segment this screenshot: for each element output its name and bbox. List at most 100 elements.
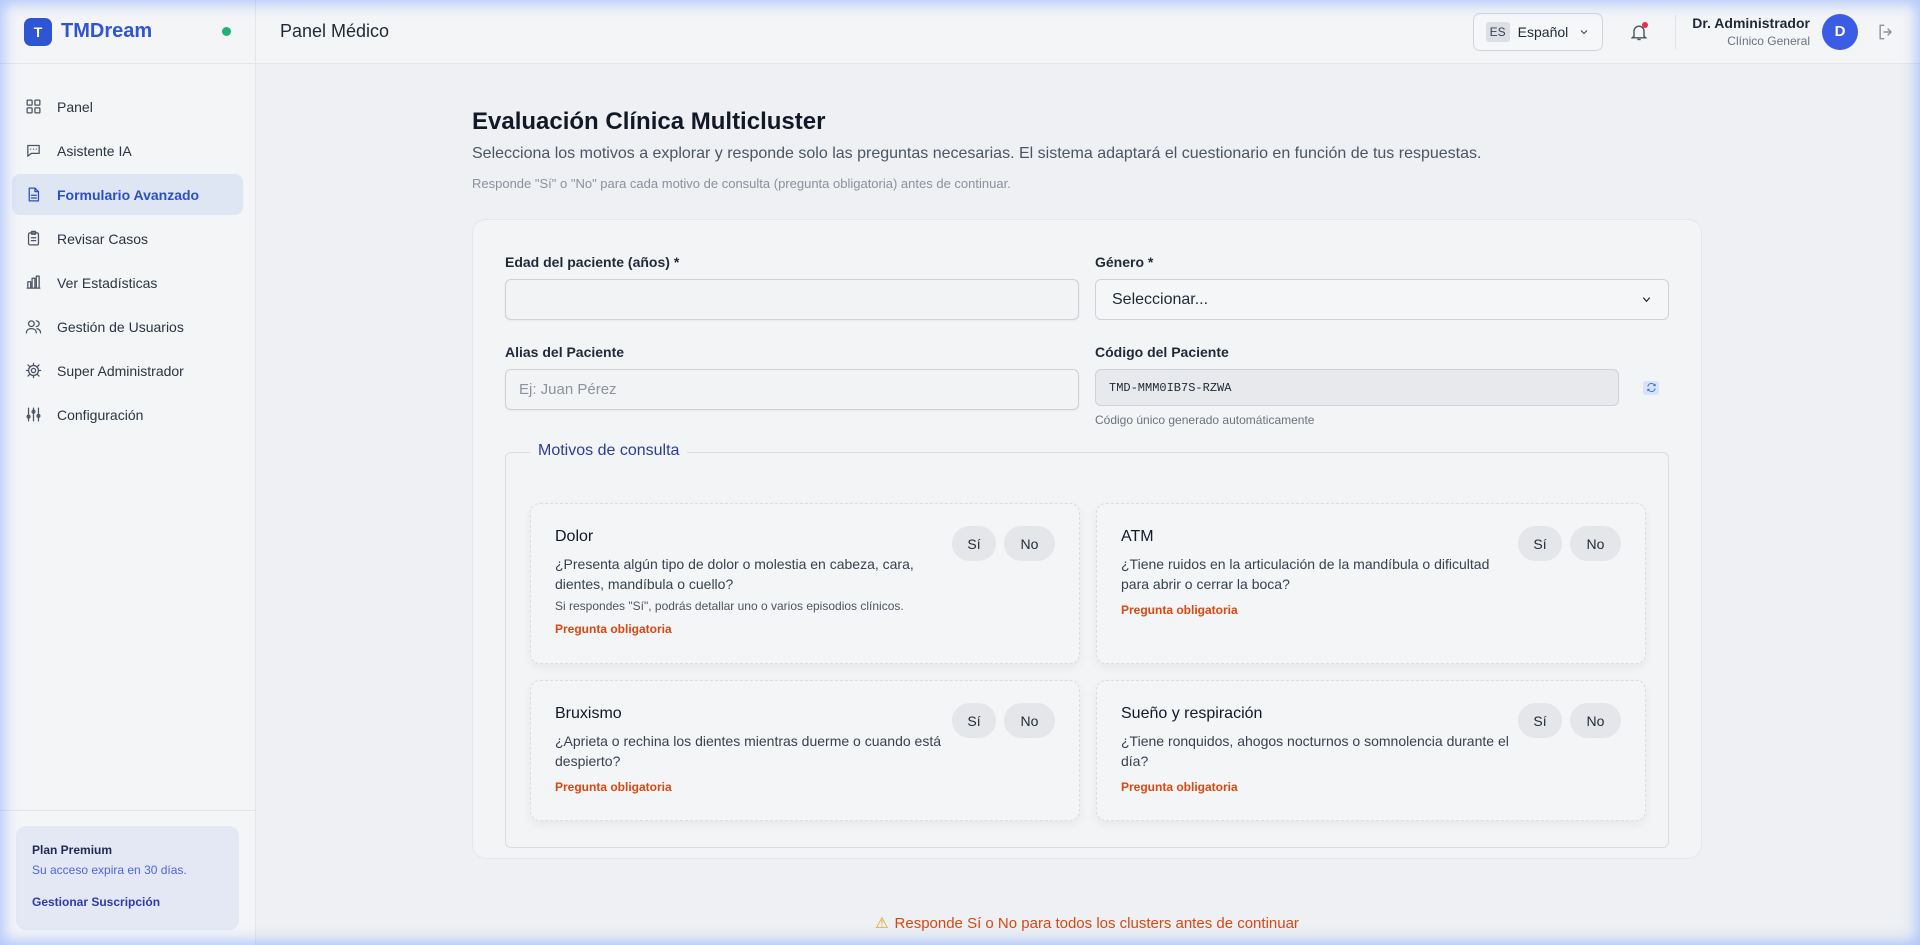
cluster-question: ¿Tiene ronquidos, ahogos nocturnos o som… <box>1121 733 1509 769</box>
logout-icon[interactable] <box>1876 22 1896 42</box>
cluster-question: ¿Presenta algún tipo de dolor o molestia… <box>555 556 914 592</box>
code-label: Código del Paciente <box>1095 344 1229 360</box>
yes-no-group: Sí No <box>952 526 1055 561</box>
sidebar-item-panel[interactable]: Panel <box>12 86 243 127</box>
document-icon <box>28 187 40 202</box>
code-field: Código del Paciente TMD-MMM0IB7S-RZWA Có… <box>1095 344 1669 427</box>
sidebar-item-ver-estadisticas[interactable]: Ver Estadísticas <box>12 262 243 303</box>
cluster-question: ¿Aprieta o rechina los dientes mientras … <box>555 733 941 769</box>
sliders-icon <box>26 407 41 422</box>
age-input[interactable] <box>505 279 1079 320</box>
sidebar-item-label: Ver Estadísticas <box>57 274 158 291</box>
sidebar-item-asistente-ia[interactable]: Asistente IA <box>12 130 243 171</box>
gear-icon <box>25 362 42 379</box>
main-content: Evaluación Clínica Multicluster Seleccio… <box>472 108 1702 859</box>
language-select[interactable]: ES Español <box>1472 12 1604 51</box>
yes-button[interactable]: Sí <box>952 703 996 738</box>
notification-badge <box>1642 21 1649 28</box>
cluster-hint: Si respondes "Sí", podrás detallar uno o… <box>555 599 904 613</box>
yes-button[interactable]: Sí <box>952 526 996 561</box>
language-code-badge: ES <box>1485 21 1510 42</box>
chevron-down-icon <box>1580 29 1588 34</box>
code-hint: Código único generado automáticamente <box>1095 413 1315 427</box>
required-label: Pregunta obligatoria <box>1121 603 1238 617</box>
sidebar-item-formulario-avanzado[interactable]: Formulario Avanzado <box>12 174 243 215</box>
clipboard-icon <box>27 230 40 246</box>
sidebar-item-super-administrador[interactable]: Super Administrador <box>12 350 243 391</box>
cluster-question: ¿Tiene ruidos en la articulación de la m… <box>1121 556 1490 592</box>
yes-no-group: Sí No <box>1518 526 1621 561</box>
warning-icon: ⚠ <box>875 915 889 932</box>
user-role: Clínico General <box>1727 34 1810 48</box>
form-card: Edad del paciente (años) * Género * Sele… <box>472 219 1702 859</box>
avatar[interactable]: D <box>1822 13 1858 50</box>
regenerate-code-button[interactable] <box>1643 380 1659 395</box>
sidebar-item-label: Gestión de Usuarios <box>57 318 184 335</box>
cluster-card-atm: ATM ¿Tiene ruidos en la articulación de … <box>1096 503 1646 664</box>
page-title: Evaluación Clínica Multicluster <box>472 108 826 135</box>
no-button[interactable]: No <box>1004 703 1055 738</box>
grid-icon <box>26 99 41 114</box>
users-icon <box>25 320 42 334</box>
sidebar: T TMDream Panel Asistente IA Formulario … <box>0 0 256 945</box>
cluster-card-dolor: Dolor ¿Presenta algún tipo de dolor o mo… <box>530 503 1080 664</box>
validation-warning: ⚠ Responde Sí o No para todos los cluster… <box>472 914 1702 932</box>
sidebar-item-label: Panel <box>57 98 93 115</box>
sidebar-item-gestion-usuarios[interactable]: Gestión de Usuarios <box>12 306 243 347</box>
yes-button[interactable]: Sí <box>1518 703 1562 738</box>
page-header-title: Panel Médico <box>280 21 390 41</box>
gender-select[interactable]: Seleccionar... <box>1095 279 1669 320</box>
manage-subscription-link[interactable]: Gestionar Suscripción <box>32 895 223 909</box>
page-subtitle: Selecciona los motivos a explorar y resp… <box>472 145 1482 162</box>
sidebar-item-configuracion[interactable]: Configuración <box>12 394 243 435</box>
online-status-dot <box>222 27 231 36</box>
alias-field: Alias del Paciente <box>505 344 1079 427</box>
plan-expiry: Su acceso expira en 30 días. <box>32 863 187 877</box>
alias-input[interactable] <box>505 369 1079 410</box>
refresh-icon <box>1646 383 1656 392</box>
brand-logo: T <box>24 17 52 46</box>
required-label: Pregunta obligatoria <box>1121 780 1238 794</box>
motivos-fieldset: Motivos de consulta Dolor ¿Presenta algú… <box>505 442 1669 848</box>
plan-title: Plan Premium <box>32 843 113 857</box>
sidebar-item-label: Asistente IA <box>57 142 132 159</box>
sidebar-item-label: Formulario Avanzado <box>57 186 200 203</box>
no-button[interactable]: No <box>1570 526 1621 561</box>
sidebar-item-label: Revisar Casos <box>57 230 149 247</box>
brand: T TMDream <box>0 0 255 64</box>
cluster-card-bruxismo: Bruxismo ¿Aprieta o rechina los dientes … <box>530 680 1080 821</box>
gender-label: Género * <box>1095 254 1154 270</box>
bar-chart-icon <box>26 275 41 289</box>
warning-text: Responde Sí o No para todos los clusters… <box>894 915 1299 932</box>
patient-code-field: TMD-MMM0IB7S-RZWA <box>1095 369 1619 406</box>
brand-name[interactable]: TMDream <box>61 20 152 43</box>
header-divider <box>1675 14 1677 49</box>
no-button[interactable]: No <box>1570 703 1621 738</box>
user-info: Dr. Administrador Clínico General <box>1692 15 1810 48</box>
yes-button[interactable]: Sí <box>1518 526 1562 561</box>
top-header: Panel Médico ES Español Dr. Administrado… <box>256 0 1920 64</box>
gender-field: Género * Seleccionar... <box>1095 254 1669 320</box>
chevron-down-icon <box>1642 297 1651 303</box>
alias-label: Alias del Paciente <box>505 344 625 360</box>
required-label: Pregunta obligatoria <box>555 622 672 636</box>
page-note: Responde "Sí" o "No" para cada motivo de… <box>472 176 1011 191</box>
chat-icon <box>27 144 40 157</box>
header-actions: ES Español Dr. Administrador Clínico Gen… <box>1472 12 1896 51</box>
patient-fields-row-1: Edad del paciente (años) * Género * Sele… <box>505 254 1669 320</box>
language-label: Español <box>1517 23 1569 40</box>
plan-card: Plan Premium Su acceso expira en 30 días… <box>16 826 239 930</box>
code-row: TMD-MMM0IB7S-RZWA <box>1095 369 1669 406</box>
yes-no-group: Sí No <box>1518 703 1621 738</box>
yes-no-group: Sí No <box>952 703 1055 738</box>
cluster-card-sueno-respiracion: Sueño y respiración ¿Tiene ronquidos, ah… <box>1096 680 1646 821</box>
notifications-button[interactable] <box>1629 21 1649 42</box>
age-field: Edad del paciente (años) * <box>505 254 1079 320</box>
required-label: Pregunta obligatoria <box>555 780 672 794</box>
motivos-legend: Motivos de consulta <box>530 442 688 460</box>
clusters-grid: Dolor ¿Presenta algún tipo de dolor o mo… <box>530 503 1646 821</box>
patient-fields-row-2: Alias del Paciente Código del Paciente T… <box>505 344 1669 427</box>
user-name: Dr. Administrador <box>1692 15 1810 31</box>
no-button[interactable]: No <box>1004 526 1055 561</box>
sidebar-item-revisar-casos[interactable]: Revisar Casos <box>12 218 243 259</box>
